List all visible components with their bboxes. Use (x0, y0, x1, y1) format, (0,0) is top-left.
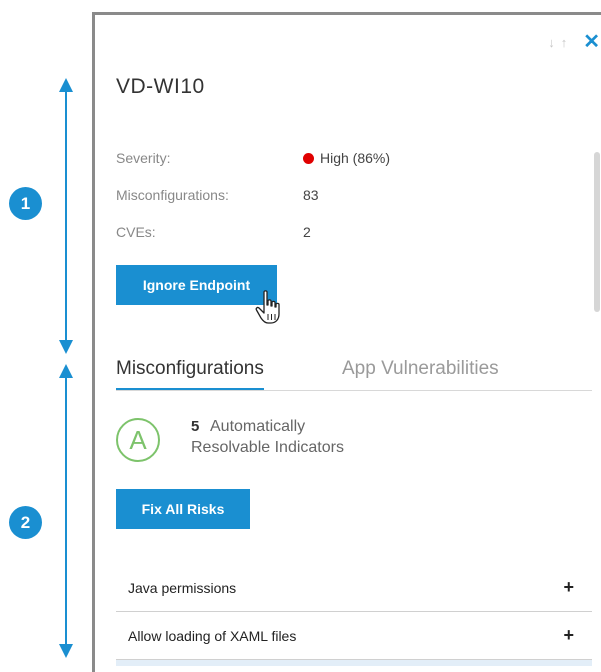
tab-misconfigurations[interactable]: Misconfigurations (116, 358, 264, 390)
severity-dot-icon (303, 153, 314, 164)
risk-item-label: Java permissions (128, 579, 237, 596)
severity-label: Severity: (116, 150, 171, 166)
severity-text: High (86%) (320, 150, 391, 166)
risk-item-label: Allow loading of XAML files (128, 627, 297, 644)
expand-plus-icon[interactable]: + (563, 625, 574, 646)
close-icon[interactable]: ✕ (583, 32, 600, 52)
callout-1: 1 (9, 187, 42, 220)
details-tabs: Misconfigurations App Vulnerabilities (116, 358, 592, 391)
auto-resolvable-label: Automatically (210, 418, 306, 435)
annotation-arrow-2 (56, 364, 76, 658)
cves-value: 2 (303, 224, 311, 240)
callout-2: 2 (9, 506, 42, 539)
risk-item-java-permissions[interactable]: Java permissions + (116, 564, 592, 612)
auto-resolvable-count: 5 (191, 418, 200, 435)
hand-cursor-icon (255, 290, 287, 331)
endpoint-title: VD-WI10 (116, 75, 205, 98)
annotation-arrow-1 (56, 78, 76, 354)
expand-plus-icon[interactable]: + (563, 577, 574, 598)
ignore-endpoint-button[interactable]: Ignore Endpoint (116, 265, 277, 305)
risk-list: Java permissions + Allow loading of XAML… (116, 564, 592, 666)
endpoint-details-panel: ↓↑ ✕ VD-WI10 Severity: High (86%) Miscon… (92, 12, 601, 672)
sort-arrows-icon[interactable]: ↓↑ (548, 35, 573, 50)
risk-item-next (116, 660, 592, 666)
auto-resolvable-label-2: Resolvable Indicators (191, 439, 344, 456)
tab-app-vulnerabilities[interactable]: App Vulnerabilities (342, 358, 499, 380)
severity-value: High (86%) (303, 150, 390, 166)
cves-label: CVEs: (116, 224, 156, 240)
misconfigurations-label: Misconfigurations: (116, 187, 229, 203)
scrollbar-thumb[interactable] (594, 152, 600, 312)
panel-controls: ↓↑ ✕ (548, 32, 600, 52)
risk-item-allow-loading-xaml[interactable]: Allow loading of XAML files + (116, 612, 592, 660)
misconfigurations-value: 83 (303, 187, 319, 203)
auto-resolvable-badge-icon: A (116, 418, 160, 462)
fix-all-risks-button[interactable]: Fix All Risks (116, 489, 250, 529)
